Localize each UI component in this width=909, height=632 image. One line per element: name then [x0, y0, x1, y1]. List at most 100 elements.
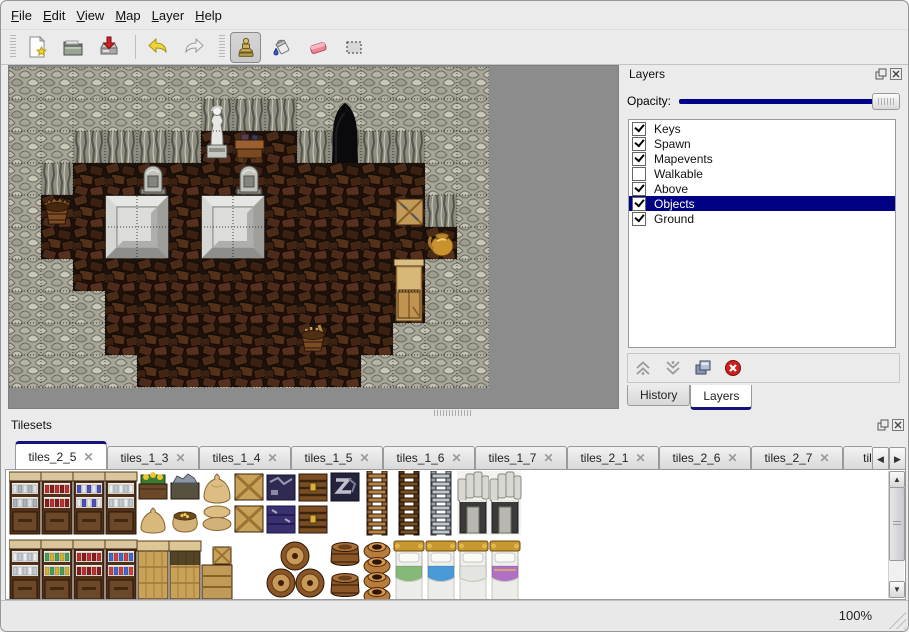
- opacity-track: [679, 99, 898, 104]
- scroll-up-icon[interactable]: ▲: [889, 471, 905, 488]
- splitter-handle[interactable]: [434, 410, 472, 416]
- menu-bar: File Edit View Map Layer Help: [1, 1, 908, 29]
- tileset-canvas[interactable]: [9, 471, 541, 599]
- tab-close-icon[interactable]: ✕: [819, 452, 829, 464]
- layer-checkbox[interactable]: [632, 212, 646, 226]
- dock-tab-bar: History Layers: [627, 385, 752, 410]
- layer-name: Objects: [654, 197, 695, 211]
- select-tool-button[interactable]: [338, 32, 369, 63]
- menu-map[interactable]: Map: [115, 8, 140, 23]
- tileset-scrollbar[interactable]: ▲ ▼: [888, 471, 904, 598]
- tileset-tab[interactable]: tiles_1_7✕: [475, 446, 567, 469]
- layer-row-above[interactable]: Above: [629, 181, 895, 196]
- opacity-label: Opacity:: [627, 94, 671, 108]
- new-file-icon: [25, 35, 49, 59]
- layer-checkbox[interactable]: [632, 152, 646, 166]
- layer-list: Keys Spawn Mapevents Walkable Above Obje…: [628, 119, 896, 348]
- tab-close-icon[interactable]: ✕: [727, 452, 737, 464]
- layer-row-walkable[interactable]: Walkable: [629, 166, 895, 181]
- tileset-tab[interactable]: tiles_1_6✕: [383, 446, 475, 469]
- duplicate-layer-icon: [693, 358, 713, 378]
- redo-icon: [182, 35, 206, 59]
- scroll-down-icon[interactable]: ▼: [889, 581, 905, 598]
- layer-checkbox[interactable]: [632, 167, 646, 181]
- save-map-button[interactable]: [93, 32, 124, 63]
- tileset-tab[interactable]: tiles_1_5✕: [291, 446, 383, 469]
- layer-checkbox[interactable]: [632, 137, 646, 151]
- opacity-handle[interactable]: [872, 93, 900, 110]
- close-icon: [890, 68, 902, 80]
- layer-tools: [627, 353, 900, 383]
- layer-row-ground[interactable]: Ground: [629, 211, 895, 226]
- stamp-tool-button[interactable]: [230, 32, 261, 63]
- tab-history[interactable]: History: [627, 385, 690, 406]
- map-canvas[interactable]: [9, 67, 489, 388]
- redo-button[interactable]: [178, 32, 209, 63]
- tileset-tab[interactable]: tiles_1_3✕: [107, 446, 199, 469]
- layer-name: Spawn: [654, 137, 691, 151]
- layer-checkbox[interactable]: [632, 182, 646, 196]
- toolbar: [1, 29, 908, 65]
- save-icon: [97, 35, 121, 59]
- layer-row-objects[interactable]: Objects: [629, 196, 895, 211]
- tileset-tab[interactable]: tiles_2_7✕: [751, 446, 843, 469]
- tab-close-icon[interactable]: ✕: [635, 452, 645, 464]
- tilesets-float-button[interactable]: [876, 418, 889, 431]
- lower-layer-button[interactable]: [662, 357, 684, 379]
- layer-row-keys[interactable]: Keys: [629, 121, 895, 136]
- eraser-tool-button[interactable]: [302, 32, 333, 63]
- layers-float-button[interactable]: [874, 67, 887, 80]
- layers-close-button[interactable]: [889, 67, 902, 80]
- tab-close-icon[interactable]: ✕: [267, 452, 277, 464]
- tileset-tab[interactable]: tiles_2_5✕: [15, 441, 107, 469]
- layer-name: Ground: [654, 212, 694, 226]
- layer-row-spawn[interactable]: Spawn: [629, 136, 895, 151]
- tab-scroll-left[interactable]: ◀: [872, 447, 889, 471]
- tab-close-icon[interactable]: ✕: [451, 452, 461, 464]
- layer-checkbox[interactable]: [632, 122, 646, 136]
- tileset-tab[interactable]: tiles_3✕: [843, 446, 872, 469]
- layer-checkbox[interactable]: [632, 197, 646, 211]
- toolbar-gripper[interactable]: [10, 35, 16, 59]
- tilesets-panel: Tilesets tiles_2_5✕ tiles_1_3✕ t: [5, 418, 906, 600]
- delete-layer-button[interactable]: [722, 357, 744, 379]
- map-viewport[interactable]: [8, 65, 619, 409]
- fill-tool-button[interactable]: [266, 32, 297, 63]
- tab-scroll-right[interactable]: ▶: [889, 447, 906, 471]
- menu-edit[interactable]: Edit: [43, 8, 65, 23]
- opacity-slider[interactable]: [679, 93, 900, 109]
- layer-name: Mapevents: [654, 152, 713, 166]
- lower-layer-icon: [663, 358, 683, 378]
- tileset-tab[interactable]: tiles_2_1✕: [567, 446, 659, 469]
- open-map-button[interactable]: [57, 32, 88, 63]
- layer-name: Keys: [654, 122, 681, 136]
- menu-file[interactable]: File: [11, 8, 32, 23]
- new-map-button[interactable]: [21, 32, 52, 63]
- tileset-palette[interactable]: ▲ ▼: [5, 469, 906, 600]
- tab-close-icon[interactable]: ✕: [359, 452, 369, 464]
- layer-name: Above: [654, 182, 688, 196]
- tab-layers[interactable]: Layers: [690, 385, 752, 410]
- tab-close-icon[interactable]: ✕: [83, 451, 93, 463]
- tileset-tab[interactable]: tiles_2_6✕: [659, 446, 751, 469]
- undo-icon: [146, 35, 170, 59]
- tilesets-close-button[interactable]: [891, 418, 904, 431]
- scroll-thumb[interactable]: [889, 487, 905, 561]
- tab-close-icon[interactable]: ✕: [175, 452, 185, 464]
- delete-layer-icon: [723, 358, 743, 378]
- toolbar-gripper-2[interactable]: [219, 35, 225, 59]
- duplicate-layer-button[interactable]: [692, 357, 714, 379]
- tab-close-icon[interactable]: ✕: [543, 452, 553, 464]
- zoom-level: 100%: [839, 608, 872, 623]
- eraser-icon: [306, 35, 330, 59]
- tilesets-panel-title: Tilesets: [11, 418, 52, 432]
- layer-row-mapevents[interactable]: Mapevents: [629, 151, 895, 166]
- resize-grip[interactable]: [884, 607, 906, 629]
- menu-layer[interactable]: Layer: [152, 8, 185, 23]
- menu-view[interactable]: View: [76, 8, 104, 23]
- undo-button[interactable]: [142, 32, 173, 63]
- menu-help[interactable]: Help: [195, 8, 222, 23]
- raise-layer-button[interactable]: [632, 357, 654, 379]
- tileset-tab[interactable]: tiles_1_4✕: [199, 446, 291, 469]
- layers-panel-title: Layers: [629, 67, 665, 81]
